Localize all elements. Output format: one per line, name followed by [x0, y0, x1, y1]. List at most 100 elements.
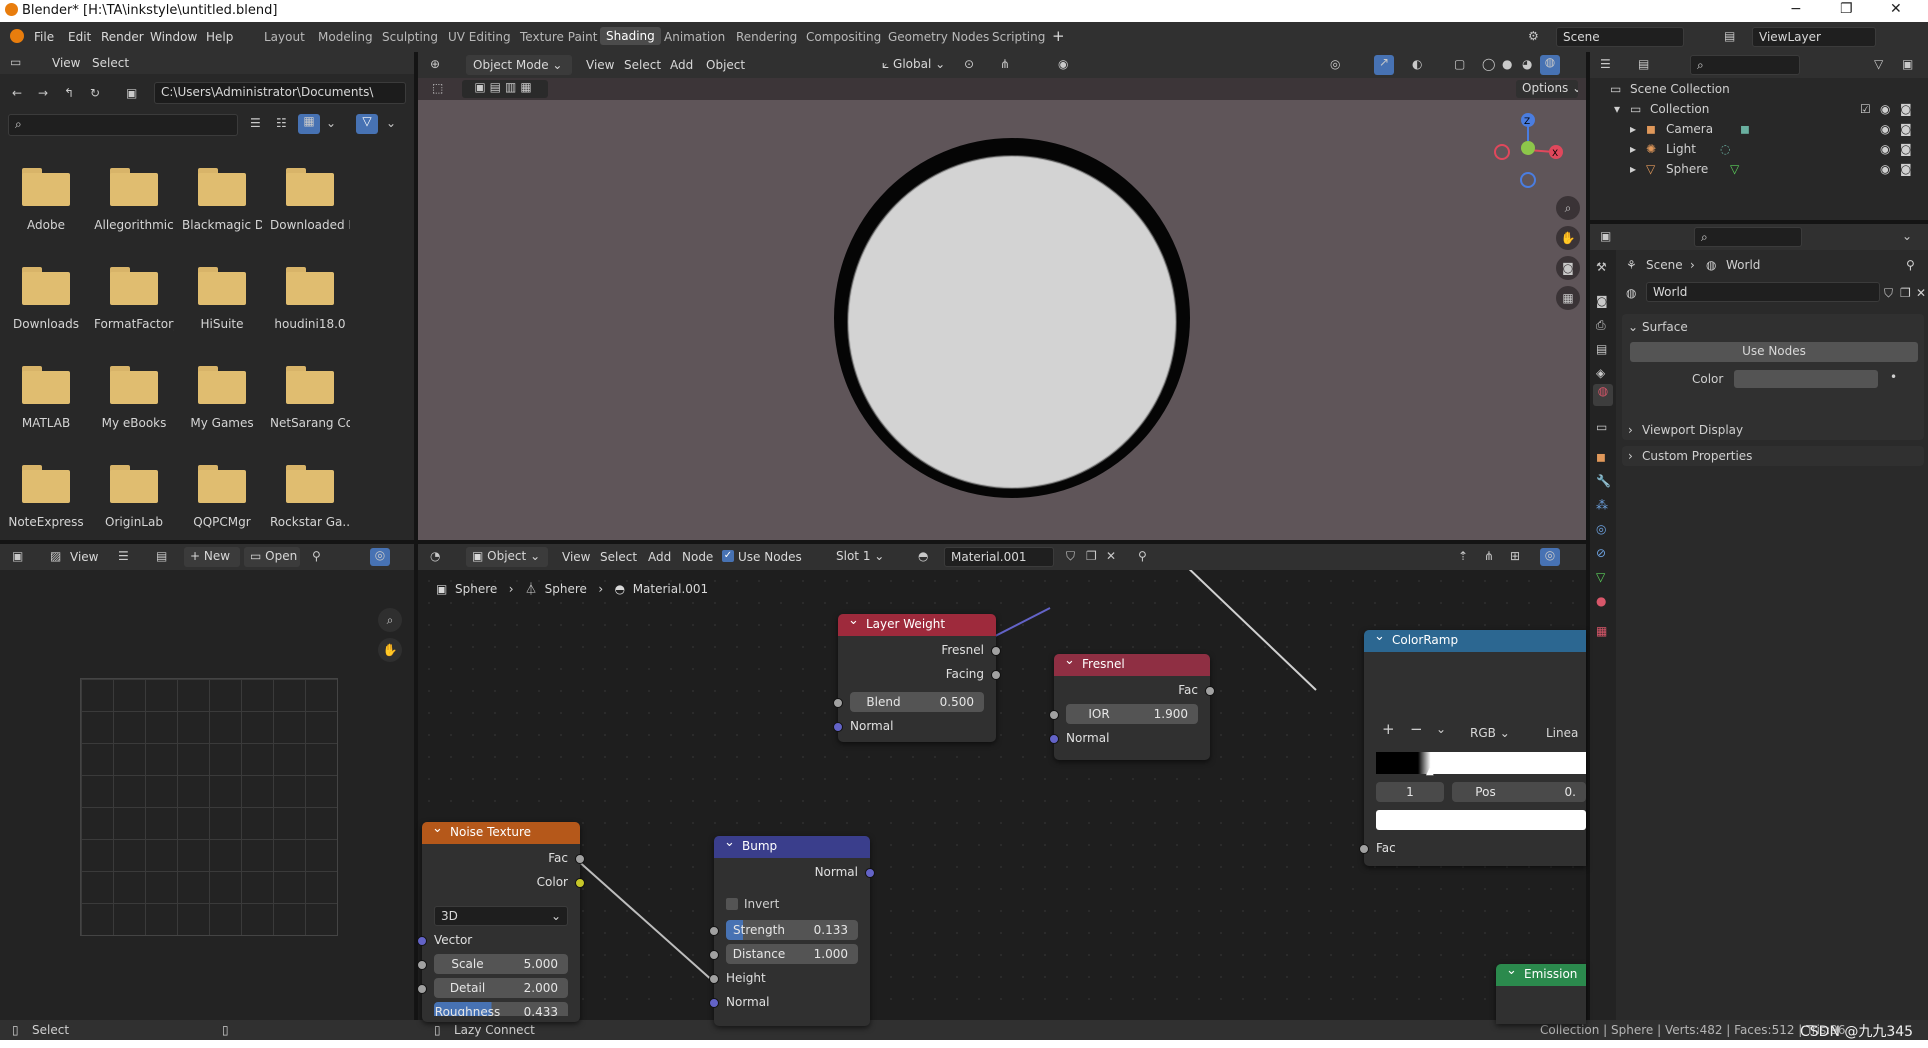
tab-uv-editing[interactable]: UV Editing: [448, 30, 511, 44]
folder-item[interactable]: MATLAB: [6, 366, 86, 430]
visibility-icon[interactable]: ◎: [1330, 57, 1340, 71]
mode-dropdown[interactable]: Object Mode ⌄: [466, 55, 572, 75]
thumbnails-icon[interactable]: ▦: [298, 114, 320, 134]
view-layer-tab-icon[interactable]: ▤: [1596, 342, 1607, 356]
add-workspace-icon[interactable]: +: [1052, 27, 1065, 45]
folder-item[interactable]: Allegorithmic: [94, 168, 174, 232]
fresnel-node[interactable]: Fresnel Fac IOR1.900 Normal: [1049, 653, 1215, 760]
dimensions-dropdown[interactable]: 3D ⌄: [434, 906, 568, 926]
file-search-input[interactable]: ⌕: [8, 114, 238, 136]
normal-input-socket[interactable]: [833, 722, 843, 732]
fac-output-socket[interactable]: [1205, 686, 1215, 696]
image-icon[interactable]: ▨: [50, 549, 61, 563]
ior-slider[interactable]: IOR 1.900: [1066, 704, 1198, 724]
filter-icon[interactable]: ▽: [356, 114, 378, 134]
menu-node[interactable]: Node: [682, 550, 713, 564]
bump-node[interactable]: Bump Normal Invert Strength0.133 Distanc…: [709, 835, 875, 1026]
minimize-button[interactable]: −: [1790, 1, 1802, 17]
fresnel-header[interactable]: Fresnel: [1054, 653, 1210, 676]
position-field[interactable]: Pos 0.: [1452, 782, 1586, 802]
overlay-icon[interactable]: ◎: [370, 548, 390, 566]
menu-select[interactable]: Select: [624, 58, 661, 72]
fac-output-socket[interactable]: [575, 854, 585, 864]
distance-slider[interactable]: Distance 1.000: [726, 944, 858, 964]
tab-rendering[interactable]: Rendering: [736, 30, 797, 44]
tab-shading[interactable]: Shading: [600, 27, 661, 45]
new-collection-icon[interactable]: ▣: [1902, 57, 1913, 71]
scale-input-socket[interactable]: [417, 960, 427, 970]
folder-item[interactable]: OriginLab: [94, 465, 174, 529]
rendered-shading-icon[interactable]: ◍: [1540, 55, 1560, 75]
fake-user-icon[interactable]: ⛉: [1066, 549, 1075, 564]
blender-menu-icon[interactable]: [10, 29, 24, 43]
render-tab-icon[interactable]: ◙: [1596, 294, 1608, 308]
filter-dropdown-icon[interactable]: ⌄: [386, 116, 396, 130]
material-name-field[interactable]: Material.001: [944, 547, 1054, 567]
physics-tab-icon[interactable]: ◎: [1596, 522, 1606, 536]
camera-render-icon[interactable]: ◙: [1900, 102, 1912, 116]
custom-properties-panel[interactable]: › Custom Properties: [1622, 446, 1924, 466]
collection-label[interactable]: Collection: [1650, 102, 1709, 116]
vector-input-socket[interactable]: [417, 936, 427, 946]
tool-tab-icon[interactable]: ⚒: [1596, 260, 1607, 274]
noise-texture-node[interactable]: Noise Texture Fac Color 3D⌄ Vector Scale…: [417, 821, 585, 1022]
filter-icon[interactable]: ▽: [1874, 57, 1883, 71]
display-mode-icon[interactable]: ▤: [1638, 57, 1649, 71]
duplicate-icon[interactable]: ❐: [1086, 549, 1097, 563]
outliner-item-sphere[interactable]: Sphere: [1666, 162, 1708, 176]
gizmo-icon[interactable]: ↗: [1374, 55, 1394, 75]
use-nodes-checkbox[interactable]: ✓: [722, 550, 734, 562]
menu-edit[interactable]: Edit: [68, 30, 91, 44]
distance-input-socket[interactable]: [709, 950, 719, 960]
tab-modeling[interactable]: Modeling: [318, 30, 373, 44]
fac-input-socket[interactable]: [1359, 844, 1369, 854]
exclude-checkbox[interactable]: ☑: [1860, 102, 1871, 116]
expand-arrow-icon[interactable]: ▸: [1630, 122, 1636, 136]
folder-item[interactable]: My Games: [182, 366, 262, 430]
tab-compositing[interactable]: Compositing: [806, 30, 881, 44]
folder-item[interactable]: Downloads: [6, 267, 86, 331]
scene-field[interactable]: Scene: [1556, 27, 1684, 47]
overlays-icon[interactable]: ◐: [1412, 57, 1422, 71]
eye-icon[interactable]: ◉: [1880, 122, 1890, 136]
zoom-icon[interactable]: ⌕: [1556, 196, 1580, 220]
blend-slider[interactable]: Blend 0.500: [850, 692, 984, 712]
tab-sculpting[interactable]: Sculpting: [382, 30, 438, 44]
colorramp-header[interactable]: ColorRamp: [1364, 629, 1586, 652]
viewlayer-field[interactable]: ViewLayer: [1752, 27, 1876, 47]
data-tab-icon[interactable]: ▽: [1596, 570, 1605, 584]
tab-geometry-nodes[interactable]: Geometry Nodes: [888, 30, 989, 44]
expand-arrow-icon[interactable]: ▸: [1630, 162, 1636, 176]
emission-node[interactable]: Emission: [1496, 963, 1586, 1024]
close-button[interactable]: ✕: [1890, 1, 1902, 17]
overlay-icon[interactable]: ◎: [1540, 548, 1560, 566]
camera-view-icon[interactable]: ◙: [1556, 256, 1580, 280]
image-browse-icon[interactable]: ▤: [156, 549, 167, 563]
object-tab-icon[interactable]: ◼: [1596, 450, 1606, 464]
orientation-dropdown[interactable]: ⟀ Global ⌄: [876, 55, 968, 75]
collection-tab-icon[interactable]: ▭: [1596, 420, 1607, 434]
color-mode-dropdown[interactable]: RGB ⌄: [1464, 724, 1536, 744]
material-tab-icon[interactable]: ●: [1596, 594, 1606, 608]
add-stop-button[interactable]: +: [1382, 720, 1395, 738]
strength-input-socket[interactable]: [709, 926, 719, 936]
menu-select[interactable]: Select: [600, 550, 637, 564]
invert-checkbox[interactable]: [726, 898, 738, 910]
fresnel-output-socket[interactable]: [991, 646, 1001, 656]
strength-slider[interactable]: Strength 0.133: [726, 920, 858, 940]
menu-render[interactable]: Render: [101, 30, 144, 44]
camera-render-icon[interactable]: ◙: [1900, 122, 1912, 136]
xray-icon[interactable]: ▢: [1454, 57, 1465, 71]
pan-hand-icon[interactable]: ✋: [1556, 226, 1580, 250]
wireframe-shading-icon[interactable]: ◯: [1482, 57, 1495, 71]
select-mode-icons[interactable]: ▣▤▥▦: [462, 80, 548, 98]
folder-item[interactable]: houdini18.0: [270, 267, 350, 331]
shader-type-dropdown[interactable]: ▣ Object ⌄: [466, 547, 548, 567]
folder-item[interactable]: FormatFactory: [94, 267, 174, 331]
editor-type-icon[interactable]: ▣: [12, 549, 23, 563]
viewport-display-panel[interactable]: › Viewport Display: [1622, 420, 1924, 440]
scene-tab-icon[interactable]: ◈: [1596, 366, 1605, 380]
material-shading-icon[interactable]: ◕: [1522, 57, 1532, 71]
texture-tab-icon[interactable]: ▦: [1596, 624, 1607, 638]
unlink-icon[interactable]: ✕: [1106, 549, 1116, 563]
